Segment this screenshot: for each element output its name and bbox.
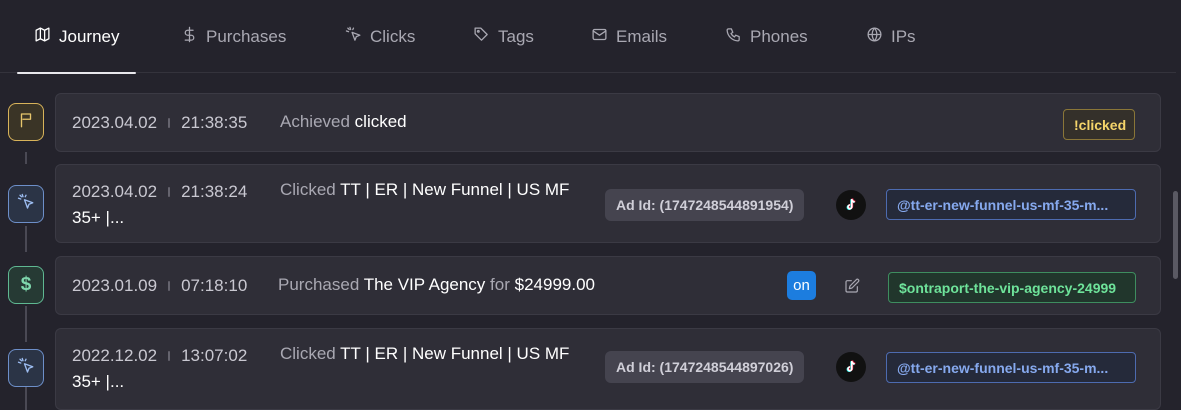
map-icon — [34, 26, 51, 48]
tab-clicks[interactable]: Clicks — [328, 0, 432, 73]
pointer-click-icon — [17, 357, 35, 380]
tab-label: Emails — [616, 26, 668, 46]
event-date: 2022.12.02 — [72, 346, 158, 365]
timeline-connector — [25, 386, 27, 410]
tiktok-icon — [836, 190, 866, 220]
tiktok-icon — [836, 352, 866, 382]
tab-label: Purchases — [206, 26, 287, 46]
event-date: 2023.04.02 — [72, 182, 158, 201]
tab-ips[interactable]: IPs — [849, 0, 933, 73]
ad-id-badge: Ad Id: (1747248544891954) — [605, 189, 805, 221]
tab-emails[interactable]: Emails — [574, 0, 684, 73]
scrollbar[interactable] — [1171, 73, 1181, 410]
dollar-icon — [181, 26, 198, 48]
event-for: for — [490, 275, 510, 294]
purchase-node: $ — [8, 266, 44, 304]
tag-icon — [473, 26, 490, 48]
event-time: 13:07:02 — [181, 346, 248, 365]
tab-label: Tags — [498, 26, 534, 46]
tab-bar: Journey Purchases Clicks Tags Emails Pho… — [0, 0, 1176, 74]
tag-badge[interactable]: !clicked — [1063, 109, 1135, 140]
divider — [168, 351, 171, 361]
globe-icon — [866, 26, 883, 48]
flag-icon — [17, 111, 35, 134]
event-verb: Clicked — [280, 344, 336, 363]
pointer-click-icon — [17, 193, 35, 216]
tag-badge[interactable]: $ontraport-the-vip-agency-24999 — [888, 272, 1136, 303]
divider — [168, 281, 171, 291]
timeline-connector — [25, 152, 27, 164]
event-amount: $24999.00 — [514, 275, 595, 294]
event-date: 2023.01.09 — [72, 276, 158, 295]
journey-event-card: 2023.04.02 21:38:24 Clicked TT | ER | Ne… — [55, 164, 1161, 243]
event-time: 21:38:35 — [181, 113, 248, 132]
click-node — [8, 349, 44, 387]
timeline-connector — [25, 226, 27, 252]
tab-label: Journey — [59, 26, 120, 46]
event-object: TT | ER | New Funnel | US MF — [340, 344, 570, 363]
phone-icon — [725, 26, 742, 48]
event-verb: Purchased — [278, 275, 360, 294]
divider — [168, 187, 171, 197]
tag-badge[interactable]: @tt-er-new-funnel-us-mf-35-m... — [886, 352, 1136, 383]
edit-icon[interactable] — [844, 278, 860, 294]
event-time: 21:38:24 — [181, 182, 248, 201]
journey-event-card: 2022.12.02 13:07:02 Clicked TT | ER | Ne… — [55, 328, 1161, 410]
event-object: TT | ER | New Funnel | US MF — [340, 180, 570, 199]
tab-label: Phones — [750, 26, 808, 46]
click-node — [8, 185, 44, 223]
tag-badge[interactable]: @tt-er-new-funnel-us-mf-35-m... — [886, 189, 1136, 220]
event-object: clicked — [354, 112, 407, 131]
tab-phones[interactable]: Phones — [708, 0, 825, 73]
event-date: 2023.04.02 — [72, 113, 158, 132]
tab-purchases[interactable]: Purchases — [164, 0, 303, 73]
divider — [168, 118, 171, 128]
tab-tags[interactable]: Tags — [456, 0, 551, 73]
dollar-icon: $ — [20, 274, 32, 295]
event-verb: Clicked — [280, 180, 336, 199]
timeline-connector — [25, 306, 27, 342]
ontraport-badge: on — [787, 271, 816, 300]
scrollbar-thumb[interactable] — [1173, 191, 1178, 279]
event-object-continued: 35+ |... — [72, 208, 125, 227]
ad-id-badge: Ad Id: (1747248544897026) — [605, 351, 805, 383]
flag-node — [8, 103, 44, 141]
tab-label: Clicks — [370, 26, 416, 46]
event-object-continued: 35+ |... — [72, 372, 125, 391]
mail-icon — [591, 26, 608, 48]
tab-label: IPs — [891, 26, 916, 46]
journey-event-card: 2023.01.09 07:18:10 Purchased The VIP Ag… — [55, 256, 1161, 315]
journey-event-card: 2023.04.02 21:38:35 Achieved clicked !cl… — [55, 93, 1161, 152]
pointer-click-icon — [345, 26, 362, 48]
event-time: 07:18:10 — [181, 276, 248, 295]
event-verb: Achieved — [280, 112, 350, 131]
event-object: The VIP Agency — [363, 275, 486, 294]
tab-journey[interactable]: Journey — [17, 0, 137, 74]
